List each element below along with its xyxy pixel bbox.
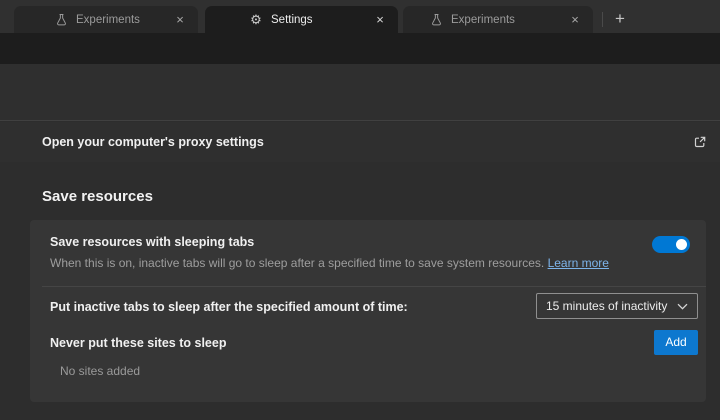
sleeping-tabs-toggle[interactable] <box>652 236 690 253</box>
card-divider <box>42 286 706 287</box>
new-tab-button[interactable]: + <box>608 8 632 32</box>
settings-content: Open your computer's proxy settings Save… <box>0 122 720 420</box>
learn-more-link[interactable]: Learn more <box>548 256 609 270</box>
never-sleep-label: Never put these sites to sleep <box>50 336 226 350</box>
flask-icon <box>429 13 443 27</box>
proxy-settings-row[interactable]: Open your computer's proxy settings <box>0 122 720 162</box>
section-heading: Save resources <box>42 188 153 205</box>
sleeping-tabs-label: Save resources with sleeping tabs <box>50 235 254 249</box>
tab-settings[interactable]: ⚙ Settings × <box>205 6 398 33</box>
external-link-icon <box>692 134 708 150</box>
tab-close-icon[interactable]: × <box>372 12 388 28</box>
tab-label: Experiments <box>451 14 567 26</box>
sleep-timeout-select[interactable]: 15 minutes of inactivity <box>536 293 698 319</box>
no-sites-text: No sites added <box>60 364 140 378</box>
sleep-timeout-label: Put inactive tabs to sleep after the spe… <box>50 300 408 314</box>
tab-close-icon[interactable]: × <box>567 12 583 28</box>
gear-icon: ⚙ <box>249 13 263 27</box>
add-site-button[interactable]: Add <box>654 330 698 355</box>
tab-label: Settings <box>271 14 372 26</box>
tab-close-icon[interactable]: × <box>172 12 188 28</box>
settings-header: Settings <box>0 64 720 121</box>
sleeping-tabs-description: When this is on, inactive tabs will go t… <box>50 256 650 270</box>
tab-experiments-2[interactable]: Experiments × <box>403 6 593 33</box>
tab-label: Experiments <box>76 14 172 26</box>
flask-icon <box>54 13 68 27</box>
proxy-settings-label: Open your computer's proxy settings <box>42 135 264 149</box>
tab-strip: Experiments × ⚙ Settings × Experiments ×… <box>0 0 720 33</box>
tab-strip-divider <box>602 12 603 27</box>
tab-experiments-1[interactable]: Experiments × <box>14 6 198 33</box>
chevron-down-icon <box>677 303 688 310</box>
save-resources-card: Save resources with sleeping tabs When t… <box>30 220 706 402</box>
navigation-bar: Edge | edge://settings/system ☆ <box>0 33 720 64</box>
